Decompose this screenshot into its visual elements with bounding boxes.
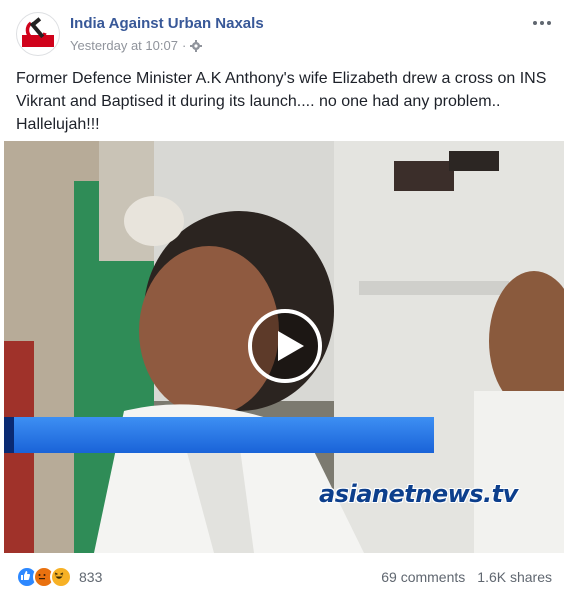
more-dot	[540, 21, 544, 25]
reactions-summary[interactable]: 833	[16, 566, 102, 588]
broadcast-band	[4, 417, 434, 453]
post-text: Former Defence Minister A.K Anthony's wi…	[16, 70, 547, 133]
post-timestamp[interactable]: Yesterday at 10:07	[70, 38, 178, 53]
page-name-link[interactable]: India Against Urban Naxals	[70, 15, 264, 32]
page-avatar[interactable]	[16, 12, 60, 56]
reaction-count: 833	[79, 569, 103, 585]
channel-watermark: asianetnews.tv	[319, 480, 518, 508]
more-dot	[547, 21, 551, 25]
video-player[interactable]: asianetnews.tv	[4, 141, 564, 553]
play-icon	[278, 331, 304, 361]
engagement-counts: 69 comments 1.6K shares	[381, 569, 552, 585]
gear-icon[interactable]	[190, 39, 203, 52]
facebook-post: India Against Urban Naxals Yesterday at …	[0, 0, 566, 600]
more-dot	[533, 21, 537, 25]
haha-icon	[50, 566, 72, 588]
post-meta: Yesterday at 10:07 ·	[70, 38, 203, 53]
band-edge	[4, 417, 14, 453]
shares-link[interactable]: 1.6K shares	[477, 569, 552, 585]
more-options-button[interactable]	[530, 14, 554, 32]
play-button[interactable]	[248, 309, 322, 383]
hammer-sickle-logo-icon	[18, 14, 58, 54]
meta-separator: ·	[181, 38, 187, 53]
comments-link[interactable]: 69 comments	[381, 569, 465, 585]
